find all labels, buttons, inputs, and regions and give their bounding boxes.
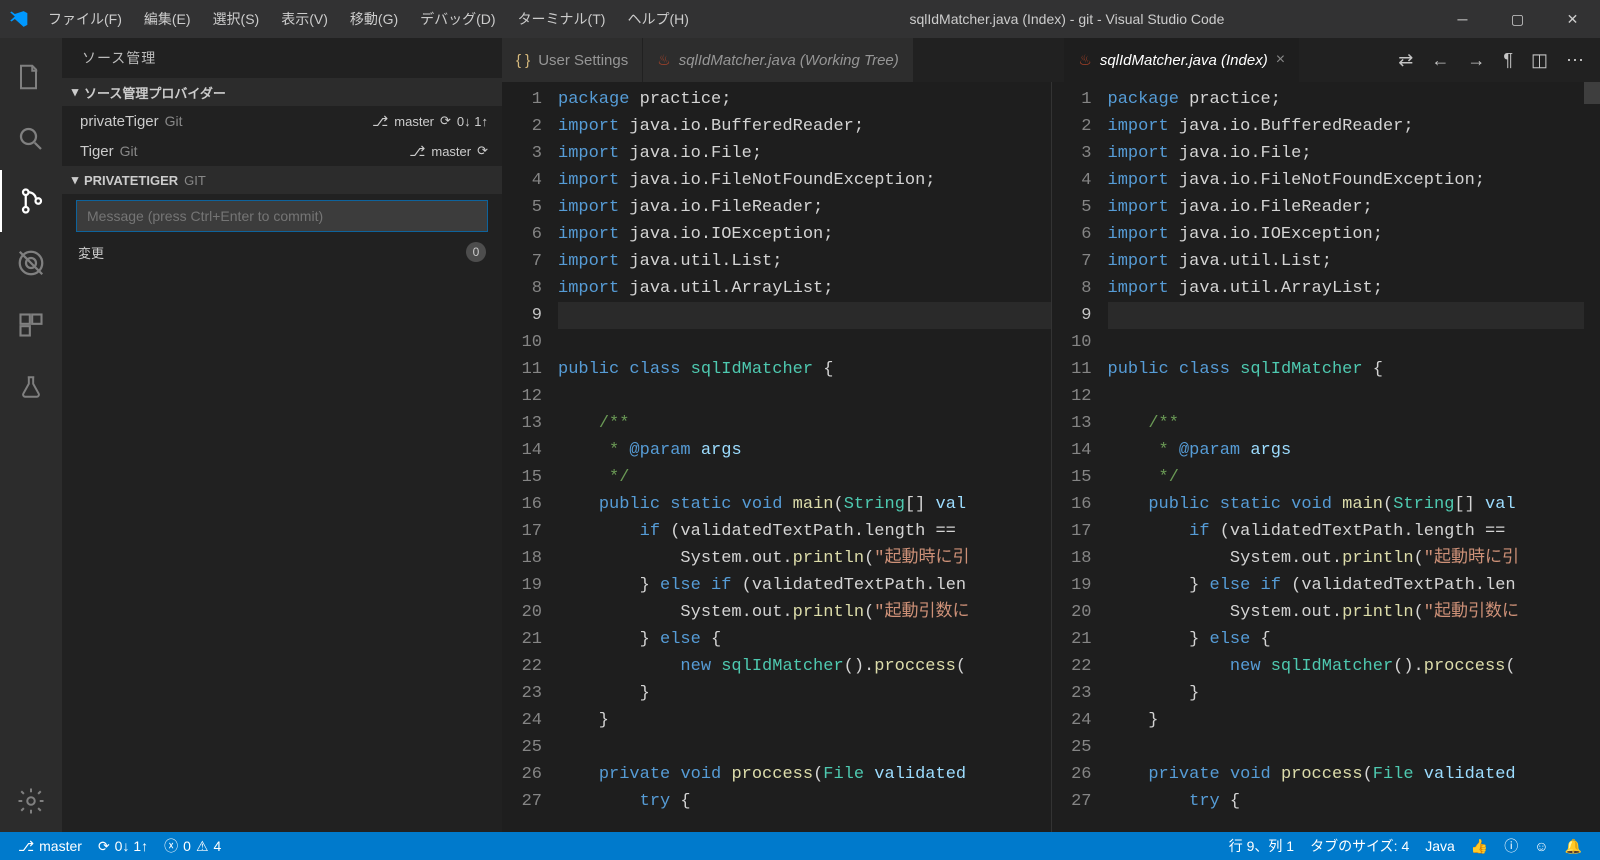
window-minimize-button[interactable]: ─ (1435, 0, 1490, 38)
scm-providers-header[interactable]: ▾ ソース管理プロバイダー (62, 78, 502, 106)
status-warnings-count: 4 (214, 838, 222, 854)
status-bell-icon[interactable]: 🔔 (1557, 838, 1590, 855)
status-bar: ⎇ master ⟳ 0↓ 1↑ ⓧ 0 ⚠ 4 行 9、列 1 タブのサイズ:… (0, 832, 1600, 860)
status-sync-label: 0↓ 1↑ (115, 838, 148, 854)
settings-icon: { } (516, 52, 530, 69)
status-info-icon[interactable]: ⓘ (1496, 836, 1526, 856)
tab-working-tree[interactable]: ♨ sqlIdMatcher.java (Working Tree) (643, 38, 914, 82)
activity-flask[interactable] (0, 356, 62, 418)
scm-provider-row[interactable]: privateTiger Git ⎇ master ⟳ 0↓ 1↑ (62, 106, 502, 136)
activity-debug[interactable] (0, 232, 62, 294)
activity-extensions[interactable] (0, 294, 62, 356)
sync-icon: ⟳ (98, 838, 110, 855)
activity-search[interactable] (0, 108, 62, 170)
sync-icon[interactable]: ⟳ (477, 143, 488, 159)
nav-forward-icon[interactable]: → (1467, 50, 1485, 71)
status-feedback-icon[interactable]: ☺ (1526, 838, 1556, 854)
branch-icon: ⎇ (409, 143, 425, 160)
scm-repo-name: privateTiger (80, 113, 159, 130)
tab-user-settings[interactable]: { } User Settings (502, 38, 643, 82)
scm-changes-count: 0 (466, 242, 486, 262)
menu-go[interactable]: 移動(G) (340, 3, 408, 35)
scm-provider-row[interactable]: Tiger Git ⎇ master ⟳ (62, 136, 502, 166)
chevron-down-icon: ▾ (68, 84, 82, 100)
java-file-icon: ♨ (657, 51, 670, 69)
tab-label: sqlIdMatcher.java (Working Tree) (679, 52, 899, 69)
tab-label: sqlIdMatcher.java (Index) (1100, 52, 1268, 69)
commit-message-input[interactable] (77, 208, 487, 224)
activity-bar (0, 38, 62, 832)
status-sync[interactable]: ⟳ 0↓ 1↑ (90, 838, 156, 855)
diff-editor: 1234567891011121314151617181920212223242… (502, 82, 1600, 832)
menu-select[interactable]: 選択(S) (203, 3, 270, 35)
scm-repo-header[interactable]: ▾ PRIVATETIGER GIT (62, 166, 502, 194)
status-errors-count: 0 (183, 838, 191, 854)
editor-pane-right[interactable]: 1234567891011121314151617181920212223242… (1051, 82, 1600, 832)
java-file-icon: ♨ (1078, 51, 1091, 69)
activity-settings[interactable] (0, 770, 62, 832)
window-title: sqlIdMatcher.java (Index) - git - Visual… (699, 11, 1435, 27)
whitespace-icon[interactable]: ¶ (1503, 50, 1513, 71)
scm-repo-header-provider: GIT (184, 173, 206, 188)
menu-debug[interactable]: デバッグ(D) (410, 3, 505, 35)
scm-sync-counts: 0↓ 1↑ (457, 114, 488, 129)
sync-icon[interactable]: ⟳ (440, 113, 451, 129)
status-language[interactable]: Java (1417, 838, 1463, 854)
scm-repo-header-name: PRIVATETIGER (84, 173, 178, 188)
scm-repo-provider: Git (165, 113, 183, 129)
tab-close-button[interactable]: × (1276, 51, 1285, 69)
status-branch-label: master (39, 838, 82, 854)
tab-index[interactable]: ♨ sqlIdMatcher.java (Index) × (1064, 38, 1300, 82)
chevron-down-icon: ▾ (68, 172, 82, 188)
sidebar-title: ソース管理 (62, 38, 502, 78)
branch-icon: ⎇ (18, 838, 34, 855)
window-close-button[interactable]: ✕ (1545, 0, 1600, 38)
scm-changes-label: 変更 (78, 243, 104, 262)
split-editor-icon[interactable]: ◫ (1531, 50, 1548, 71)
vertical-scrollbar[interactable] (1584, 82, 1600, 832)
menu-terminal[interactable]: ターミナル(T) (508, 3, 616, 35)
activity-explorer[interactable] (0, 46, 62, 108)
scm-branch-label: master (431, 144, 471, 159)
status-problems[interactable]: ⓧ 0 ⚠ 4 (156, 836, 229, 856)
status-branch[interactable]: ⎇ master (10, 838, 90, 855)
menu-bar: ファイル(F) 編集(E) 選択(S) 表示(V) 移動(G) デバッグ(D) … (38, 3, 699, 35)
tab-label: User Settings (538, 52, 628, 69)
status-tabsize[interactable]: タブのサイズ: 4 (1302, 836, 1417, 856)
editor-area: { } User Settings ♨ sqlIdMatcher.java (W… (502, 38, 1600, 832)
scm-repo-name: Tiger (80, 143, 114, 160)
scm-branch-label: master (394, 114, 434, 129)
diff-switch-icon[interactable]: ⇄ (1398, 50, 1413, 71)
menu-edit[interactable]: 編集(E) (134, 3, 201, 35)
tab-bar: { } User Settings ♨ sqlIdMatcher.java (W… (502, 38, 1600, 82)
commit-message-box[interactable] (76, 200, 488, 232)
vscode-logo-icon (0, 9, 38, 29)
menu-view[interactable]: 表示(V) (271, 3, 338, 35)
more-actions-icon[interactable]: ⋯ (1566, 50, 1584, 71)
title-bar: ファイル(F) 編集(E) 選択(S) 表示(V) 移動(G) デバッグ(D) … (0, 0, 1600, 38)
error-icon: ⓧ (164, 836, 178, 856)
sidebar-scm: ソース管理 ▾ ソース管理プロバイダー privateTiger Git ⎇ m… (62, 38, 502, 832)
scm-changes-row[interactable]: 変更 0 (62, 238, 502, 266)
warning-icon: ⚠ (196, 838, 209, 855)
activity-scm[interactable] (0, 170, 62, 232)
editor-pane-left[interactable]: 1234567891011121314151617181920212223242… (502, 82, 1051, 832)
status-cursor[interactable]: 行 9、列 1 (1221, 836, 1302, 856)
branch-icon: ⎇ (372, 113, 388, 130)
window-maximize-button[interactable]: ▢ (1490, 0, 1545, 38)
editor-actions: ⇄ ← → ¶ ◫ ⋯ (1382, 38, 1600, 82)
nav-back-icon[interactable]: ← (1431, 50, 1449, 71)
menu-help[interactable]: ヘルプ(H) (617, 3, 698, 35)
status-thumbsup-icon[interactable]: 👍 (1463, 838, 1496, 855)
scm-repo-provider: Git (120, 143, 138, 159)
scm-providers-label: ソース管理プロバイダー (84, 83, 226, 102)
menu-file[interactable]: ファイル(F) (38, 3, 132, 35)
